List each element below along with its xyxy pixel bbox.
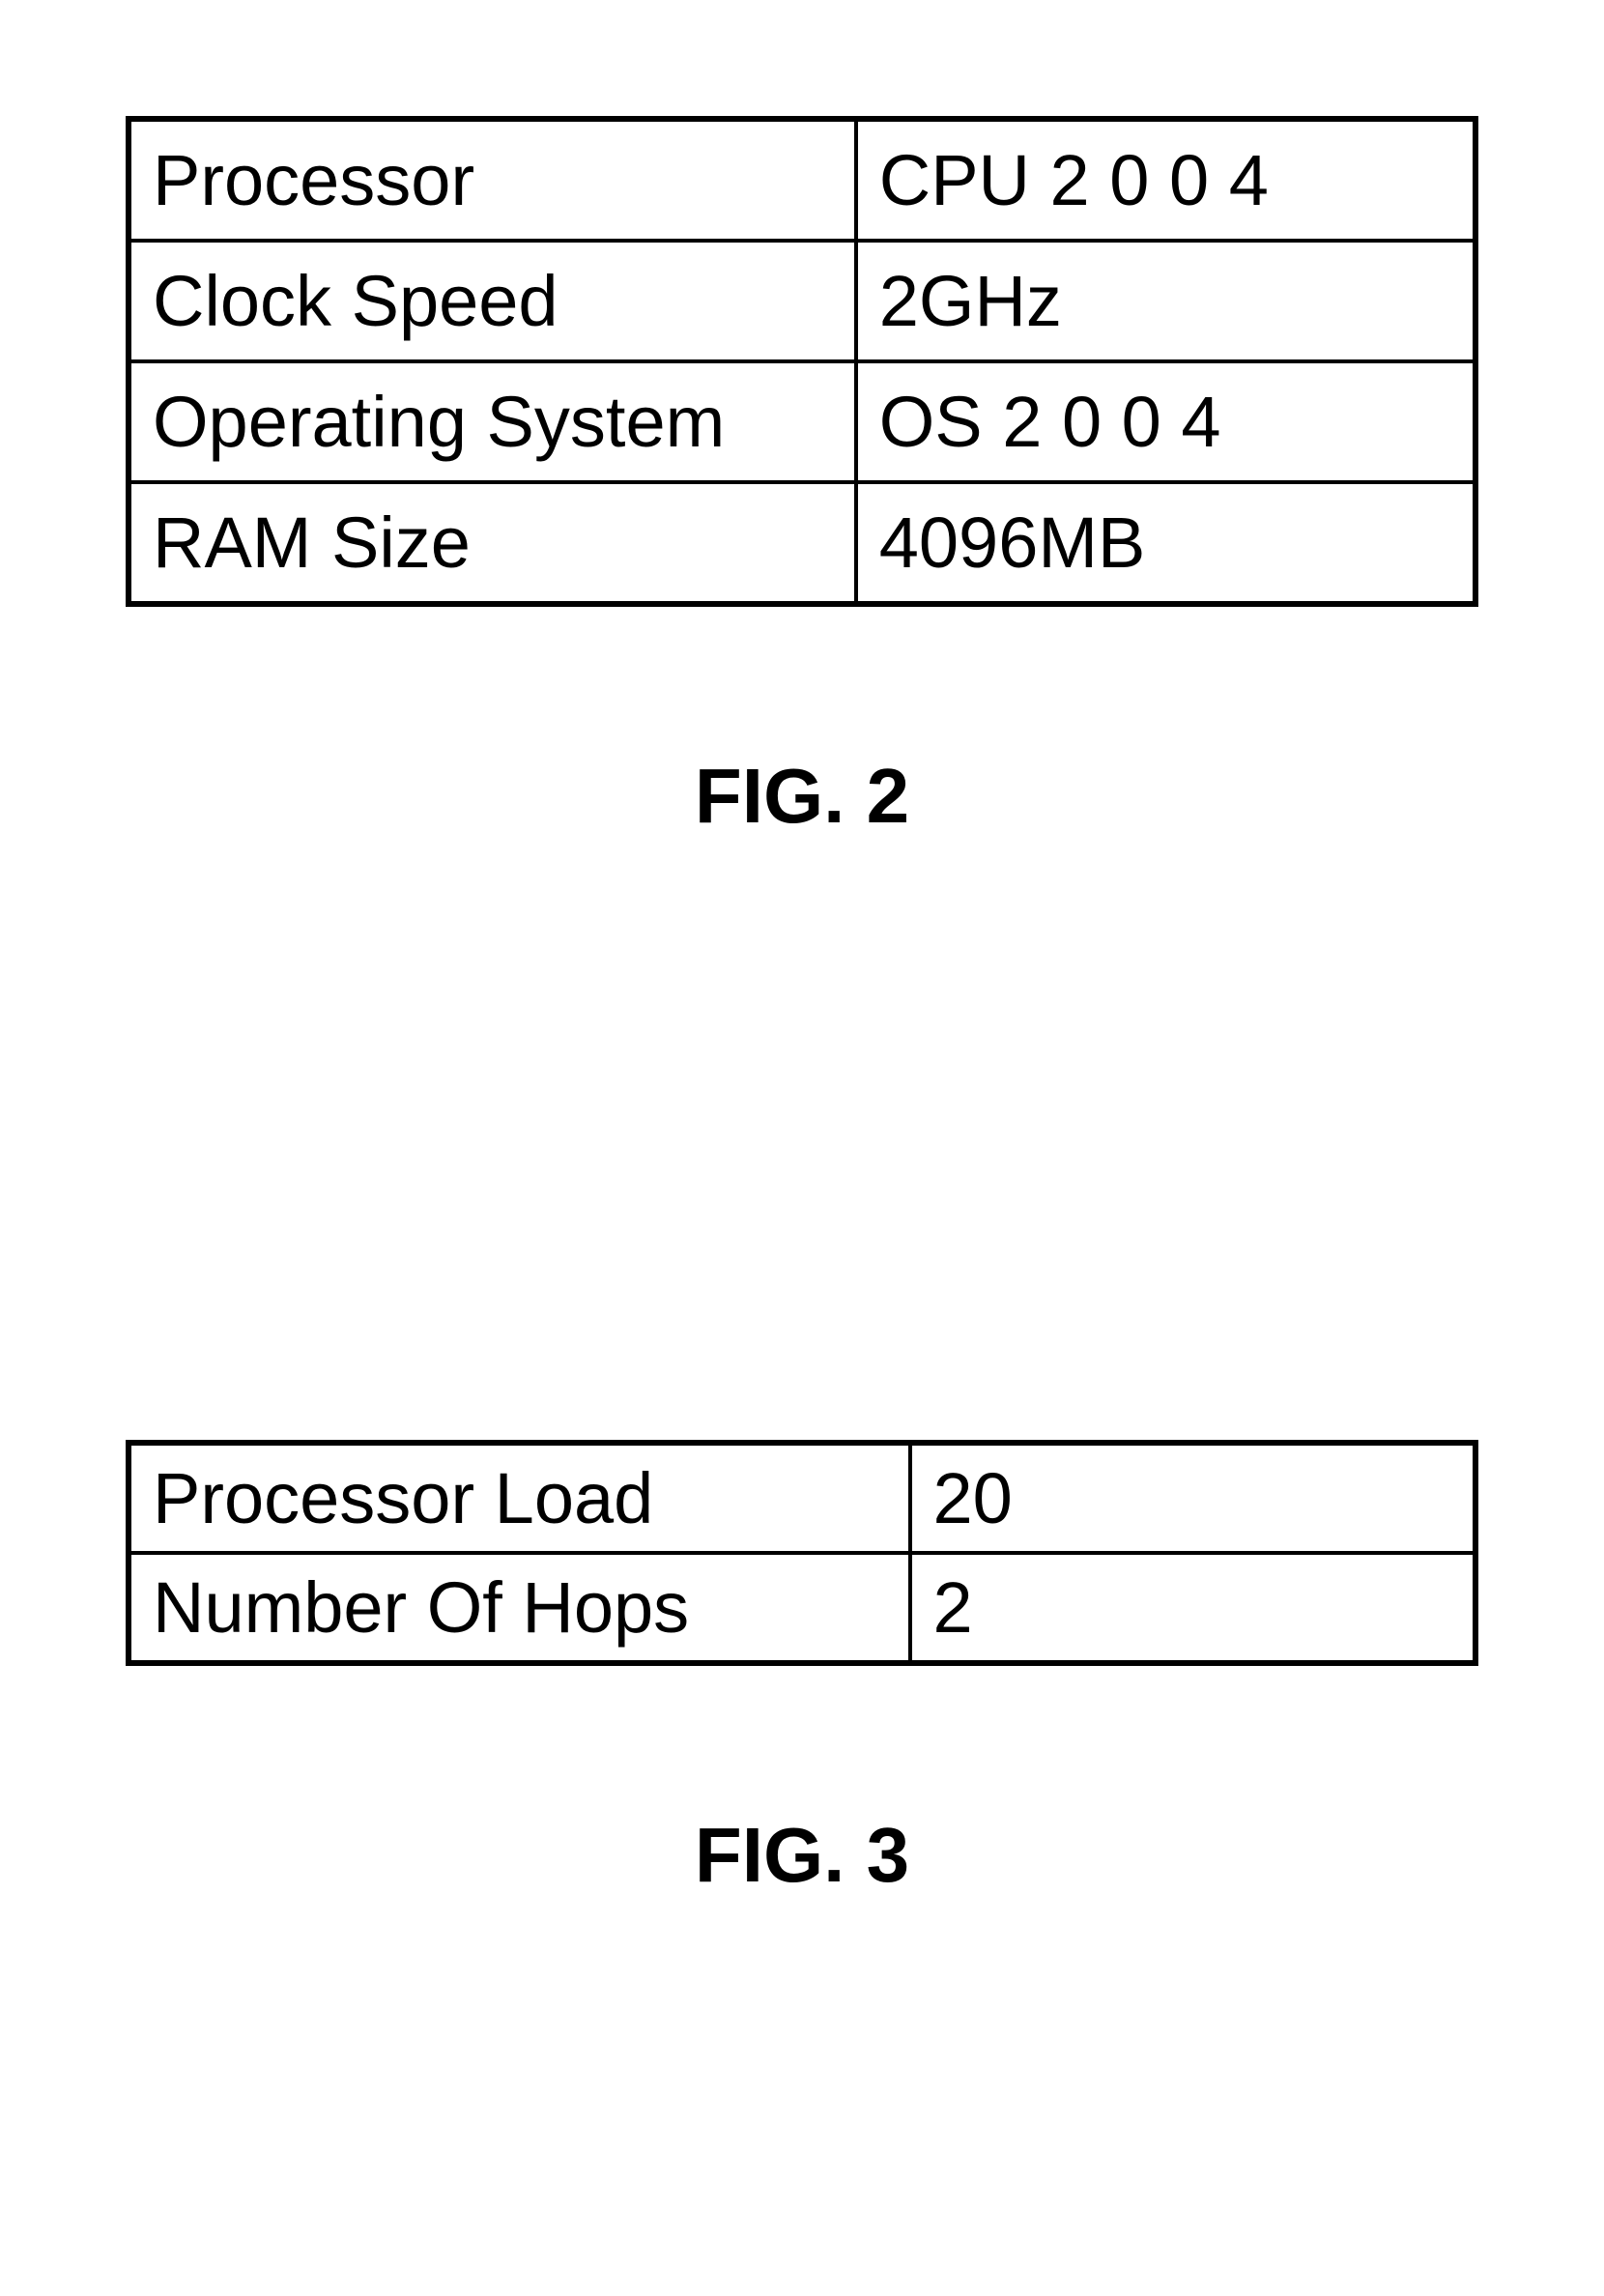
spec-table-fig3: Processor Load 20 Number Of Hops 2 xyxy=(126,1440,1478,1666)
spec-value: CPU 2 0 0 4 xyxy=(856,119,1475,241)
table-row: Number Of Hops 2 xyxy=(129,1553,1475,1663)
spec-value: 20 xyxy=(910,1443,1475,1553)
table-row: Processor Load 20 xyxy=(129,1443,1475,1553)
figure-caption-2: FIG. 2 xyxy=(126,752,1478,841)
spec-label: Processor Load xyxy=(129,1443,910,1553)
spec-label: Clock Speed xyxy=(129,241,856,361)
table-row: RAM Size 4096MB xyxy=(129,482,1475,604)
spec-table-fig2: Processor CPU 2 0 0 4 Clock Speed 2GHz O… xyxy=(126,116,1478,607)
spec-value: 4096MB xyxy=(856,482,1475,604)
spec-label: Number Of Hops xyxy=(129,1553,910,1663)
spec-label: Processor xyxy=(129,119,856,241)
spec-value: 2 xyxy=(910,1553,1475,1663)
spec-label: RAM Size xyxy=(129,482,856,604)
spec-label: Operating System xyxy=(129,361,856,482)
table-row: Processor CPU 2 0 0 4 xyxy=(129,119,1475,241)
table-row: Clock Speed 2GHz xyxy=(129,241,1475,361)
spec-value: OS 2 0 0 4 xyxy=(856,361,1475,482)
spacer xyxy=(126,841,1478,1440)
spec-value: 2GHz xyxy=(856,241,1475,361)
figure-caption-3: FIG. 3 xyxy=(126,1811,1478,1900)
table-row: Operating System OS 2 0 0 4 xyxy=(129,361,1475,482)
